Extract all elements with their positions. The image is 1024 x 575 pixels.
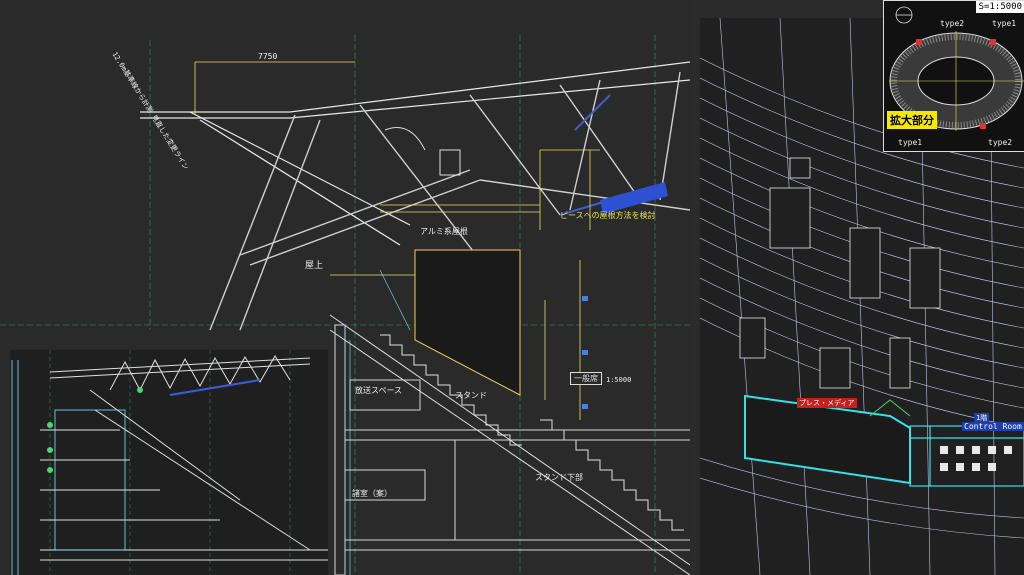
dimension-top: 7750 [258,52,278,61]
scale-label: S=1:5000 [975,1,1024,13]
section-box-label: 一般席 [570,372,602,385]
room-label-rooms: 諸室（案） [352,489,392,498]
enlarged-area-label: 拡大部分 [887,111,937,129]
section-box-value: 1:5000 [606,376,632,384]
type-label-top-right: type1 [992,19,1017,28]
yellow-note: ピースへの屋根方法を検討 [560,211,656,220]
type-label-top-left: type2 [940,19,965,28]
room-label-under-stand: スタンド下部 [535,473,583,482]
control-room-label: Control Room [962,422,1024,431]
note-1: アルミ系屋根 [420,227,468,236]
type-label-bottom-left: type1 [898,138,923,147]
level-label: 屋上 [305,261,324,271]
room-label-stand: スタンド [455,391,487,400]
side-section-panel [10,350,328,575]
key-plan-panel: S=1:5000 拡大部分 type2 type1 type1 type2 [883,0,1024,152]
press-media-tag: プレス・メディア [797,398,857,408]
side-section-svg [11,350,328,575]
type-label-bottom-right: type2 [988,138,1013,147]
room-label-broadcast: 放送スペース [355,386,403,395]
